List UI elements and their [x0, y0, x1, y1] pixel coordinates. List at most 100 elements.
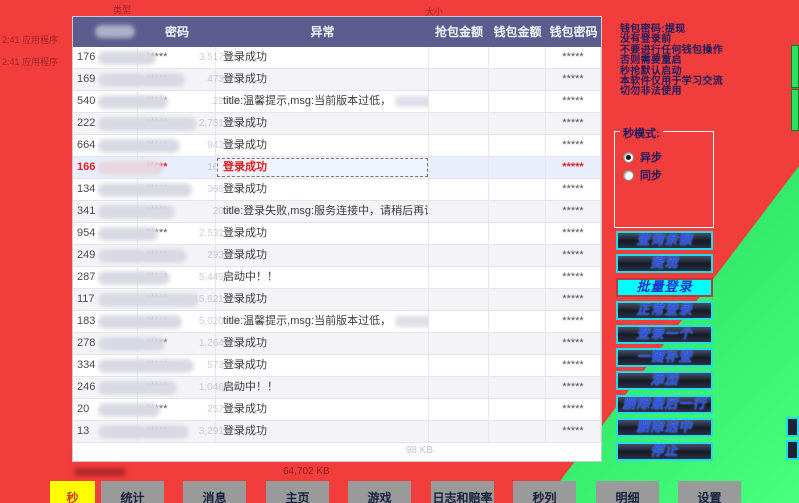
status-text: 登录成功: [223, 249, 267, 261]
account-id-prefix: 954: [77, 227, 95, 239]
edge-green-fragment: [791, 89, 799, 131]
table-row[interactable]: 222 ***** 登录成功 ***** 2,751 KB: [73, 113, 601, 135]
ghost-file-row: 2:41 应用程序: [2, 55, 58, 68]
wallet-password-cell: *****: [546, 113, 601, 134]
status-cell: 登录成功: [216, 289, 429, 310]
grab-amount-cell: [429, 311, 489, 332]
account-id-prefix: 166: [77, 161, 95, 173]
action-button[interactable]: 删除选中: [616, 418, 713, 437]
table-row[interactable]: 166 ***** 登录成功 ***** 162 KB: [73, 157, 601, 179]
status-text: 登录成功: [223, 161, 267, 173]
redacted-blob: [98, 139, 180, 153]
table-row[interactable]: 169 ***** 登录成功 ***** 473 KB: [73, 69, 601, 91]
wallet-password-cell: *****: [546, 201, 601, 222]
table-row[interactable]: 954 ***** 登录成功 ***** 2,531 KB: [73, 223, 601, 245]
action-button-label: 删除选中: [636, 419, 692, 434]
account-cell: 954: [73, 223, 138, 244]
wallet-password-cell: *****: [546, 421, 601, 442]
redacted-blob: [98, 161, 163, 175]
ghost-size-value: 98 KB: [343, 445, 433, 456]
grab-amount-cell: [429, 135, 489, 156]
table-row[interactable]: 246 ***** 启动中！！ ***** 1,046 KB: [73, 377, 601, 399]
account-cell: 13: [73, 421, 138, 442]
status-text: 登录成功: [223, 227, 267, 239]
wallet-amount-cell: [489, 135, 546, 156]
grab-amount-cell: [429, 267, 489, 288]
mode-groupbox: 秒模式: 异步 同步: [614, 131, 714, 228]
wallet-password-cell: *****: [546, 135, 601, 156]
redacted-blob: [98, 359, 194, 373]
table-row[interactable]: 341 ***** title:登录失败,msg:服务连接中，请稍后再试。...…: [73, 201, 601, 223]
bottom-tab-label: 明细: [615, 491, 639, 503]
mode-radio[interactable]: 异步: [623, 148, 713, 166]
action-button[interactable]: 批量登录: [616, 278, 713, 297]
table-row[interactable]: 278 ***** 登录成功 ***** 1,264 KB: [73, 333, 601, 355]
table-row[interactable]: 20 ***** 登录成功 ***** 257 KB: [73, 399, 601, 421]
table-row[interactable]: 334 ***** 登录成功 ***** 573 KB: [73, 355, 601, 377]
account-cell: 117: [73, 289, 138, 310]
status-cell: 登录成功: [216, 333, 429, 354]
bottom-tab[interactable]: 秒: [50, 481, 95, 503]
redacted-blob: [98, 95, 168, 109]
grab-amount-cell: [429, 245, 489, 266]
redacted-blob: [98, 227, 158, 241]
wallet-password-cell: *****: [546, 157, 601, 178]
status-text: 登录成功: [223, 425, 267, 437]
account-cell: 222: [73, 113, 138, 134]
mode-radio[interactable]: 同步: [623, 166, 713, 184]
action-button[interactable]: 查询余额: [616, 231, 713, 250]
bottom-tab[interactable]: 秒列: [513, 481, 576, 503]
status-text: 登录成功: [223, 73, 267, 85]
table-row[interactable]: 183 ***** title:温馨提示,msg:当前版本过低， ***** 5…: [73, 311, 601, 333]
status-cell: 登录成功: [216, 399, 429, 420]
table-row[interactable]: 664 ***** 登录成功 ***** 943 KB: [73, 135, 601, 157]
grab-amount-cell: [429, 113, 489, 134]
redacted-blob: [98, 381, 177, 395]
action-button[interactable]: 删除最后一行: [616, 395, 713, 414]
wallet-amount-cell: [489, 47, 546, 68]
redacted-blob: [395, 96, 429, 107]
table-row[interactable]: 287 ***** 启动中！！ ***** 5,449 KB: [73, 267, 601, 289]
grab-amount-cell: [429, 47, 489, 68]
action-button[interactable]: 登录一个: [616, 325, 713, 344]
action-button[interactable]: 添加: [616, 371, 713, 390]
bottom-tab[interactable]: 主页: [266, 481, 329, 503]
action-button[interactable]: 停止: [616, 442, 713, 461]
table-row[interactable]: 134 ***** 登录成功 ***** 366 KB: [73, 179, 601, 201]
bottom-tab[interactable]: 日志和赔率: [431, 481, 494, 503]
status-cell: title:温馨提示,msg:当前版本过低，: [216, 311, 429, 332]
table-header-row: 密码 异常 抢包金额 钱包金额 钱包密码: [73, 17, 601, 47]
action-button[interactable]: 一键补登: [616, 348, 713, 367]
bottom-tab-label: 消息: [202, 491, 226, 503]
bottom-tab[interactable]: 统计: [101, 481, 164, 503]
status-cell: 登录成功: [216, 179, 429, 200]
wallet-password-cell: *****: [546, 333, 601, 354]
account-cell: 664: [73, 135, 138, 156]
redacted-blob: [98, 403, 160, 417]
ghost-column-type: 类型: [113, 3, 131, 16]
grab-amount-cell: [429, 223, 489, 244]
table-row[interactable]: 117 ***** 登录成功 ***** 15,621 KB: [73, 289, 601, 311]
table-row[interactable]: 13 ***** 登录成功 ***** 3,291 KB: [73, 421, 601, 443]
wallet-password-cell: *****: [546, 223, 601, 244]
action-buttons: 查询余额提现批量登录正常登录登录一个一键补登添加删除最后一行删除选中停止: [616, 231, 713, 465]
bottom-tab[interactable]: 游戏: [348, 481, 411, 503]
ghost-blob: [74, 468, 126, 476]
bottom-tab[interactable]: 设置: [678, 481, 741, 503]
action-button[interactable]: 正常登录: [616, 301, 713, 320]
action-button[interactable]: 提现: [616, 254, 713, 273]
account-cell: 540: [73, 91, 138, 112]
bottom-tab[interactable]: 明细: [596, 481, 659, 503]
redacted-blob: [98, 271, 170, 285]
accounts-table-window: 密码 异常 抢包金额 钱包金额 钱包密码 176 ***** 登录成功 ****…: [72, 16, 602, 462]
wallet-amount-cell: [489, 421, 546, 442]
bottom-tab-label: 秒: [66, 491, 78, 503]
account-cell: 334: [73, 355, 138, 376]
table-row[interactable]: 249 ***** 登录成功 ***** 293 KB: [73, 245, 601, 267]
table-row[interactable]: 176 ***** 登录成功 ***** 3,517 KB: [73, 47, 601, 69]
table-row[interactable]: 540 ***** title:温馨提示,msg:当前版本过低， ***** 2…: [73, 91, 601, 113]
status-cell: 登录成功: [216, 69, 429, 90]
header-account: [73, 17, 138, 47]
bottom-tab[interactable]: 消息: [183, 481, 246, 503]
radio-icon: [623, 152, 634, 163]
